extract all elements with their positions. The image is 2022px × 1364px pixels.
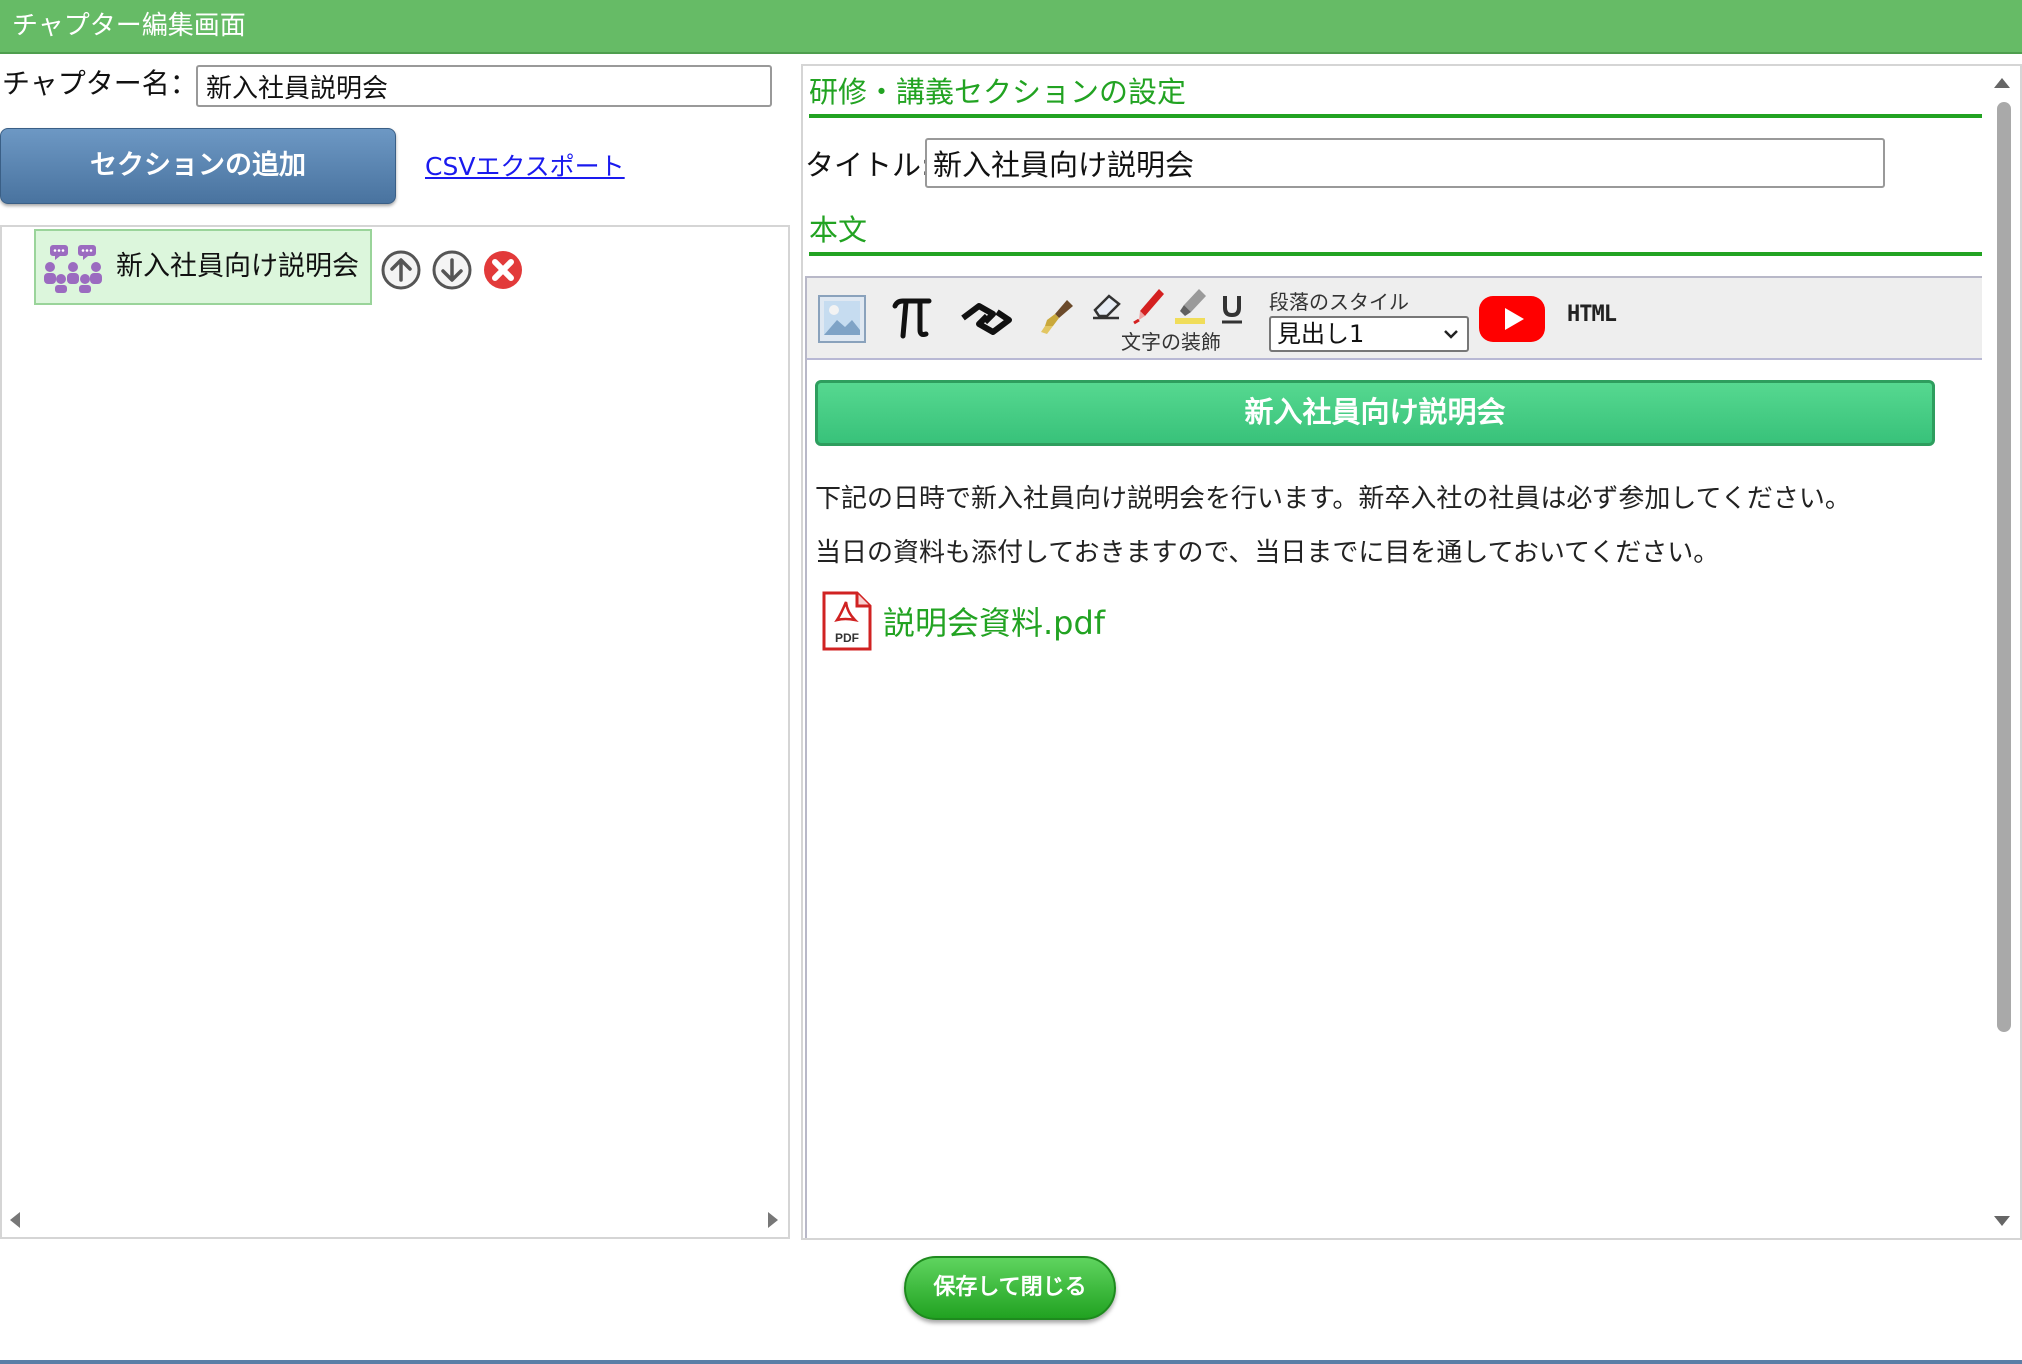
scrollbar-thumb[interactable] (1997, 102, 2011, 1032)
bottom-strip (0, 1360, 2022, 1364)
html-source-button[interactable]: HTML (1567, 302, 1617, 327)
scroll-down-arrow[interactable] (1994, 1216, 2010, 1226)
chevron-down-icon (1444, 330, 1458, 339)
delete-section-icon[interactable] (482, 249, 524, 291)
eraser-icon[interactable] (1089, 290, 1125, 322)
vertical-scrollbar[interactable] (1982, 66, 2020, 1238)
section-settings-pane: 研修・講義セクションの設定 タイトル: 本文 (801, 64, 2022, 1240)
csv-export-link[interactable]: CSVエクスポート (425, 150, 625, 184)
paragraph-style-value: 見出し1 (1277, 320, 1365, 348)
underline-icon[interactable] (1219, 292, 1245, 326)
window-title: チャプター編集画面 (12, 11, 246, 41)
chapter-name-input[interactable] (196, 65, 772, 107)
content-paragraph-1: 下記の日時で新入社員向け説明会を行います。新卒入社の社員は必ず参加してください。 (815, 484, 1851, 514)
image-icon[interactable] (817, 294, 867, 344)
rich-text-editor: 文字の装飾 段落のスタイル 見出し1 HTML 新入社員向け説明会 下記の日時で… (805, 276, 1985, 1238)
content-heading: 新入社員向け説明会 (815, 380, 1935, 446)
highlighter-icon[interactable] (1173, 286, 1211, 326)
scroll-right-arrow[interactable] (768, 1212, 778, 1228)
scroll-up-arrow[interactable] (1994, 78, 2010, 88)
move-up-icon[interactable] (380, 249, 422, 291)
brush-icon[interactable] (1037, 296, 1077, 340)
paragraph-style-caption: 段落のスタイル (1269, 290, 1409, 314)
link-icon[interactable] (957, 298, 1015, 340)
chapter-name-label: チャプター名： (2, 67, 198, 100)
body-heading: 本文 (809, 208, 1983, 256)
text-decoration-caption: 文字の装飾 (1121, 330, 1221, 354)
scroll-left-arrow[interactable] (10, 1212, 20, 1228)
title-input[interactable] (925, 138, 1885, 188)
editor-toolbar: 文字の装飾 段落のスタイル 見出し1 HTML (807, 278, 1983, 360)
paragraph-style-select[interactable]: 見出し1 (1269, 316, 1469, 352)
people-meeting-icon (44, 245, 102, 293)
red-marker-icon[interactable] (1131, 286, 1167, 326)
add-section-button[interactable]: セクションの追加 (0, 128, 396, 204)
section-item[interactable]: 新入社員向け説明会 (34, 229, 372, 305)
section-settings-heading: 研修・講義セクションの設定 (809, 70, 1983, 118)
section-item-label: 新入社員向け説明会 (116, 251, 359, 282)
move-down-icon[interactable] (431, 249, 473, 291)
window-title-bar: チャプター編集画面 (0, 0, 2022, 54)
pdf-icon: PDF (822, 591, 872, 651)
content-paragraph-2: 当日の資料も添付しておきますので、当日までに目を通しておいてください。 (815, 538, 1720, 568)
editor-content[interactable]: 新入社員向け説明会 下記の日時で新入社員向け説明会を行います。新卒入社の社員は必… (807, 360, 1983, 1238)
section-tree-panel: 新入社員向け説明会 (0, 225, 790, 1239)
youtube-icon[interactable] (1477, 294, 1547, 344)
save-and-close-button[interactable]: 保存して閉じる (904, 1256, 1116, 1320)
svg-text:PDF: PDF (835, 631, 859, 645)
pdf-attachment-name: 説明会資料.pdf (883, 604, 1106, 642)
title-label: タイトル: (805, 148, 931, 182)
pi-formula-icon[interactable] (891, 296, 933, 340)
